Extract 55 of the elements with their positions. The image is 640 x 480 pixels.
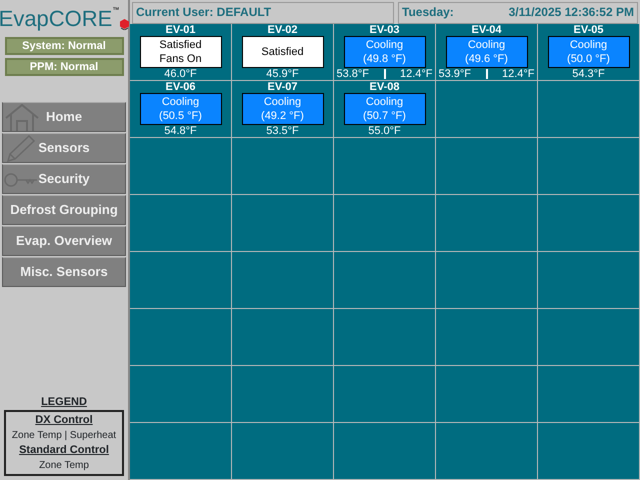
day-label: Tuesday: <box>402 4 454 21</box>
status-text: (49.2 °F) <box>260 109 305 123</box>
nav-button[interactable]: Home <box>2 102 126 132</box>
nav-button[interactable]: Misc. Sensors <box>2 257 126 287</box>
unit-name: EV-06 <box>166 81 196 93</box>
legend-text: Zone Temp | Superheat <box>10 429 118 443</box>
temperature-reading: 53.5°F <box>266 125 299 137</box>
cube-icon <box>120 19 130 30</box>
temperature-reading: 46.0°F <box>164 68 197 80</box>
status-text: Cooling <box>160 95 200 109</box>
key-icon <box>4 172 38 188</box>
status-indicator: PPM: Normal <box>4 58 124 76</box>
status-text: Fans On <box>158 52 203 66</box>
nav-button[interactable]: Sensors <box>2 133 126 163</box>
temperature-reading: 54.3°F <box>572 68 605 80</box>
nav-button[interactable]: Evap. Overview <box>2 226 126 256</box>
status-text: Satisfied <box>260 45 305 59</box>
status-text: Cooling <box>262 95 302 109</box>
status-text: (49.6 °F) <box>464 52 509 66</box>
temperature-reading: 12.4°F <box>502 68 534 80</box>
status-indicator: System: Normal <box>4 37 124 55</box>
status-text: (50.0 °F) <box>566 52 611 66</box>
temperature-reading: 53.8°F <box>336 68 370 80</box>
datetime-label: 3/11/2025 12:36:52 PM <box>508 4 634 21</box>
status-text: Cooling <box>364 38 404 52</box>
status-text: Cooling <box>466 38 506 52</box>
temperature-reading: 55.0°F <box>368 125 401 137</box>
status-text: Cooling <box>364 95 404 109</box>
trademark-mark: ™ <box>112 7 120 15</box>
unit-name: EV-05 <box>574 24 604 36</box>
status-text: (49.8 °F) <box>362 52 407 66</box>
temperature-reading: 53.9°F <box>438 68 472 80</box>
status-text: Cooling <box>568 38 608 52</box>
unit-name: EV-04 <box>472 24 502 36</box>
legend-title: LEGEND <box>40 394 88 410</box>
status-text: (50.5 °F) <box>158 109 203 123</box>
nav-button[interactable]: Security <box>2 164 126 194</box>
status-text: Satisfied <box>158 38 203 52</box>
house-icon <box>4 104 40 132</box>
temperature-reading: 54.8°F <box>164 125 197 137</box>
unit-name: EV-03 <box>370 24 400 36</box>
unit-name: EV-02 <box>268 24 298 36</box>
unit-name: EV-07 <box>268 81 298 93</box>
temperature-reading: 12.4°F <box>400 68 432 80</box>
temperature-reading: 45.9°F <box>266 68 299 80</box>
current-user-label: Current User: DEFAULT <box>132 2 394 24</box>
legend-heading: Standard Control <box>18 443 110 458</box>
pencil-icon <box>4 135 36 163</box>
legend-heading: DX Control <box>34 413 94 428</box>
logo: EvapCORE$^{™}$ <box>0 4 130 34</box>
unit-name: EV-01 <box>166 24 196 36</box>
nav-button[interactable]: Defrost Grouping <box>2 195 126 225</box>
legend-text: Zone Temp <box>38 459 90 473</box>
unit-name: EV-08 <box>370 81 400 93</box>
status-text: (50.7 °F) <box>362 109 407 123</box>
